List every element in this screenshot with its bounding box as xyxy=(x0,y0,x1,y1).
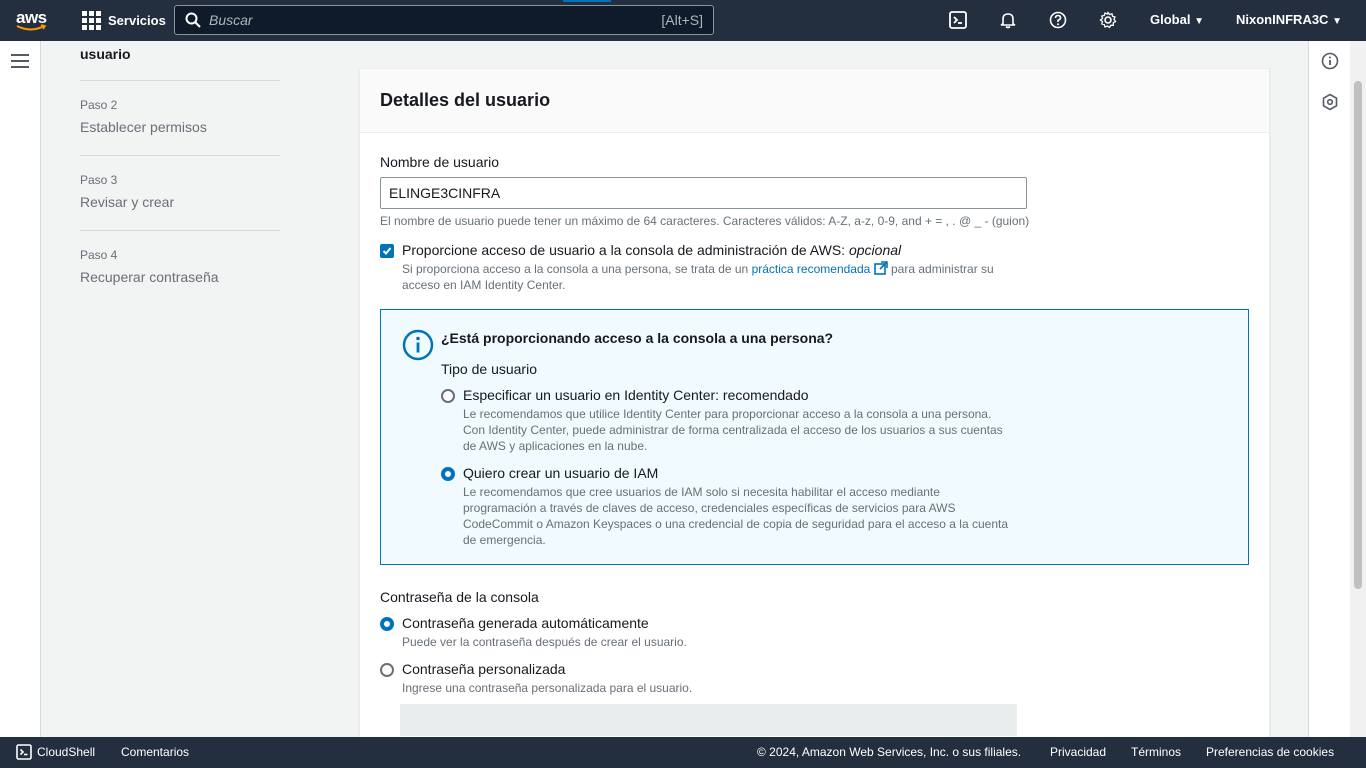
password-option-auto: Contraseña generada automáticamente Pued… xyxy=(380,615,1249,650)
optional-label: opcional xyxy=(848,242,902,258)
footer: CloudShell Comentarios © 2024, Amazon We… xyxy=(0,737,1366,768)
custom-password-desc: Ingrese una contraseña personalizada par… xyxy=(402,681,693,695)
privacy-link[interactable]: Privacidad xyxy=(1050,745,1106,759)
account-label: NixonINFRA3C xyxy=(1236,12,1329,27)
step-number: Paso 3 xyxy=(80,173,118,187)
iam-user-radio[interactable] xyxy=(441,467,455,481)
services-label: Servicios xyxy=(108,13,166,28)
copyright-text: © 2024, Amazon Web Services, Inc. o sus … xyxy=(757,745,1022,759)
services-menu-button[interactable]: Servicios xyxy=(82,11,166,30)
console-password-label: Contraseña de la consola xyxy=(380,589,539,605)
info-icon xyxy=(402,329,434,361)
auto-password-label: Contraseña generada automáticamente xyxy=(402,615,649,631)
user-type-option-identity-center: Especificar un usuario en Identity Cente… xyxy=(441,387,1228,454)
search-shortcut: [Alt+S] xyxy=(661,12,703,28)
custom-password-field xyxy=(400,704,1017,736)
step-number: Paso 2 xyxy=(80,98,118,112)
info-box-title: ¿Está proporcionando acceso a la consola… xyxy=(441,330,834,346)
username-field[interactable] xyxy=(380,177,1027,209)
panel-header: Detalles del usuario xyxy=(360,69,1269,133)
password-option-custom: Contraseña personalizada Ingrese una con… xyxy=(380,661,1249,696)
wizard-step-3: Paso 3 Revisar y crear xyxy=(80,156,280,231)
info-panel-icon[interactable] xyxy=(1321,52,1339,70)
region-selector[interactable]: Global ▼ xyxy=(1150,12,1204,27)
caret-down-icon: ▼ xyxy=(1194,16,1204,27)
cloudshell-icon[interactable] xyxy=(948,10,968,30)
step-label: Establecer permisos xyxy=(80,119,207,135)
top-navigation: aws Servicios [Alt+S] Global ▼ NixonINFR… xyxy=(0,0,1366,41)
caret-down-icon: ▼ xyxy=(1332,16,1342,27)
auto-password-radio[interactable] xyxy=(380,617,394,631)
console-access-label: Proporcione acceso de usuario a la conso… xyxy=(402,242,846,258)
step-number: Paso 4 xyxy=(80,248,118,262)
iam-user-desc: Le recomendamos que cree usuarios de IAM… xyxy=(463,485,1008,547)
right-rail xyxy=(1308,41,1350,737)
settings-gear-icon[interactable] xyxy=(1098,10,1118,30)
auto-password-desc: Puede ver la contraseña después de crear… xyxy=(402,635,687,649)
console-access-desc-start: Si proporciona acceso a la consola a una… xyxy=(402,262,749,276)
account-menu[interactable]: NixonINFRA3C ▼ xyxy=(1236,12,1342,27)
custom-password-label: Contraseña personalizada xyxy=(402,661,566,677)
panel-title: Detalles del usuario xyxy=(380,90,551,110)
region-label: Global xyxy=(1150,12,1191,27)
user-type-label: Tipo de usuario xyxy=(441,361,537,377)
step-label: Recuperar contraseña xyxy=(80,269,219,285)
step-label: Revisar y crear xyxy=(80,194,175,210)
username-hint: El nombre de usuario puede tener un máxi… xyxy=(380,214,1030,228)
feedback-link[interactable]: Comentarios xyxy=(121,745,189,759)
identity-center-label: Especificar un usuario en Identity Cente… xyxy=(463,387,809,403)
user-type-option-iam: Quiero crear un usuario de IAM Le recome… xyxy=(441,465,1228,548)
services-grid-icon xyxy=(82,11,101,30)
terms-link[interactable]: Términos xyxy=(1131,745,1181,759)
cookie-preferences-link[interactable]: Preferencias de cookies xyxy=(1206,745,1334,759)
identity-center-radio[interactable] xyxy=(441,389,455,403)
console-person-info-box: ¿Está proporcionando acceso a la consola… xyxy=(380,309,1249,565)
iam-user-label: Quiero crear un usuario de IAM xyxy=(463,465,659,481)
cloudshell-label: CloudShell xyxy=(37,745,96,759)
scrollbar-thumb[interactable] xyxy=(1354,81,1362,589)
console-access-checkbox[interactable] xyxy=(380,244,394,258)
search-input[interactable] xyxy=(209,12,662,28)
checkmark-icon xyxy=(382,247,392,255)
aws-smile-icon xyxy=(16,23,46,30)
page-scrollbar[interactable] xyxy=(1350,41,1366,737)
menu-hamburger-icon[interactable] xyxy=(11,54,29,70)
wizard-step-4: Paso 4 Recuperar contraseña xyxy=(80,231,280,306)
console-password-section: Contraseña de la consola Contraseña gene… xyxy=(380,589,1249,736)
identity-center-desc: Le recomendamos que utilice Identity Cen… xyxy=(463,407,1003,453)
console-access-option: Proporcione acceso de usuario a la conso… xyxy=(380,242,1249,293)
current-step-label: usuario xyxy=(80,41,280,81)
external-link-icon[interactable] xyxy=(873,261,888,275)
username-label: Nombre de usuario xyxy=(380,154,500,170)
loading-indicator xyxy=(563,0,611,2)
notifications-bell-icon[interactable] xyxy=(998,10,1018,30)
wizard-step-2: Paso 2 Establecer permisos xyxy=(80,81,280,156)
cloudshell-button[interactable]: CloudShell xyxy=(16,744,95,760)
tutorial-hexagon-icon[interactable] xyxy=(1321,93,1339,111)
search-icon xyxy=(185,12,201,28)
aws-logo[interactable]: aws xyxy=(16,7,66,32)
custom-password-radio[interactable] xyxy=(380,663,394,677)
user-details-panel: Detalles del usuario Nombre de usuario E… xyxy=(359,68,1270,748)
search-bar[interactable]: [Alt+S] xyxy=(174,5,714,35)
wizard-steps: usuario Paso 2 Establecer permisos Paso … xyxy=(80,41,280,306)
cloudshell-icon xyxy=(16,744,32,760)
left-rail xyxy=(0,41,41,737)
aws-logo-text: aws xyxy=(16,7,47,27)
help-icon[interactable] xyxy=(1048,10,1068,30)
best-practice-link[interactable]: práctica recomendada xyxy=(752,262,871,276)
